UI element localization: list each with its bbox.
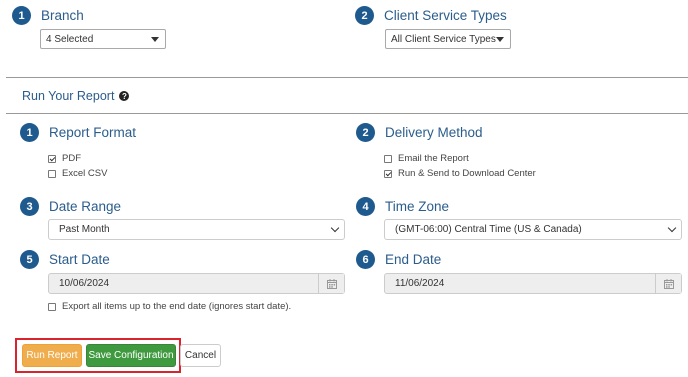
time-zone-section: 4 Time Zone	[356, 197, 449, 216]
start-date-input[interactable]: 10/06/2024	[48, 273, 345, 294]
chevron-down-icon	[330, 223, 340, 233]
report-format-section: 1 Report Format	[20, 123, 136, 142]
end-date-value: 11/06/2024	[395, 278, 445, 289]
pdf-checkbox[interactable]: PDF	[48, 153, 81, 164]
email-report-label: Email the Report	[398, 153, 469, 164]
checkbox-checked-icon[interactable]	[48, 154, 56, 163]
client-service-types-value: All Client Service Types	[391, 33, 496, 45]
email-report-checkbox[interactable]: Email the Report	[384, 153, 469, 164]
end-date-section: 6 End Date	[356, 250, 441, 269]
run-report-button[interactable]: Run Report	[22, 344, 82, 367]
download-center-label: Run & Send to Download Center	[398, 168, 536, 179]
step-number: 5	[20, 250, 39, 269]
end-date-label: End Date	[385, 252, 442, 267]
excel-csv-checkbox[interactable]: Excel CSV	[48, 168, 107, 179]
calendar-icon	[663, 278, 674, 289]
branch-select[interactable]: 4 Selected	[40, 29, 166, 49]
client-service-types-label: Client Service Types	[384, 8, 507, 23]
date-range-section: 3 Date Range	[20, 197, 121, 216]
time-zone-select[interactable]: (GMT-06:00) Central Time (US & Canada)	[384, 219, 682, 240]
date-range-select[interactable]: Past Month	[48, 219, 345, 240]
caret-down-icon	[151, 37, 159, 42]
calendar-button[interactable]	[318, 274, 344, 293]
export-all-checkbox[interactable]: Export all items up to the end date (ign…	[48, 301, 291, 312]
calendar-icon	[326, 278, 337, 289]
step-number: 1	[20, 123, 39, 142]
cancel-button[interactable]: Cancel	[180, 344, 221, 367]
branch-label: Branch	[41, 8, 84, 23]
excel-csv-label: Excel CSV	[62, 168, 108, 179]
run-report-heading: Run Your Report ?	[22, 89, 130, 103]
checkbox-icon[interactable]	[384, 154, 392, 163]
question-circle-icon[interactable]: ?	[119, 91, 130, 101]
client-service-types-select[interactable]: All Client Service Types	[385, 29, 511, 49]
download-center-checkbox[interactable]: Run & Send to Download Center	[384, 168, 536, 179]
step-number: 2	[355, 6, 374, 25]
checkbox-icon[interactable]	[48, 169, 56, 178]
start-date-value: 10/06/2024	[59, 278, 110, 289]
run-report-title: Run Your Report	[22, 89, 115, 103]
time-zone-value: (GMT-06:00) Central Time (US & Canada)	[395, 224, 582, 235]
date-range-value: Past Month	[59, 224, 110, 235]
step-number: 1	[12, 6, 31, 25]
divider	[6, 113, 688, 114]
date-range-label: Date Range	[49, 199, 122, 214]
delivery-method-section: 2 Delivery Method	[356, 123, 483, 142]
checkbox-checked-icon[interactable]	[384, 169, 392, 178]
save-configuration-button[interactable]: Save Configuration	[86, 344, 176, 367]
divider	[6, 77, 688, 78]
end-date-input[interactable]: 11/06/2024	[384, 273, 682, 294]
delivery-method-label: Delivery Method	[385, 125, 483, 140]
checkbox-icon[interactable]	[48, 302, 56, 311]
client-service-types-section: 2 Client Service Types	[355, 6, 507, 25]
pdf-label: PDF	[62, 153, 81, 164]
calendar-button[interactable]	[655, 274, 681, 293]
step-number: 3	[20, 197, 39, 216]
step-number: 2	[356, 123, 375, 142]
time-zone-label: Time Zone	[385, 199, 450, 214]
step-number: 6	[356, 250, 375, 269]
branch-select-value: 4 Selected	[46, 33, 94, 45]
export-all-label: Export all items up to the end date (ign…	[62, 301, 292, 312]
branch-section: 1 Branch	[12, 6, 84, 25]
chevron-down-icon	[667, 223, 677, 233]
step-number: 4	[356, 197, 375, 216]
start-date-label: Start Date	[49, 252, 110, 267]
start-date-section: 5 Start Date	[20, 250, 110, 269]
report-format-label: Report Format	[49, 125, 137, 140]
caret-down-icon	[496, 37, 504, 42]
